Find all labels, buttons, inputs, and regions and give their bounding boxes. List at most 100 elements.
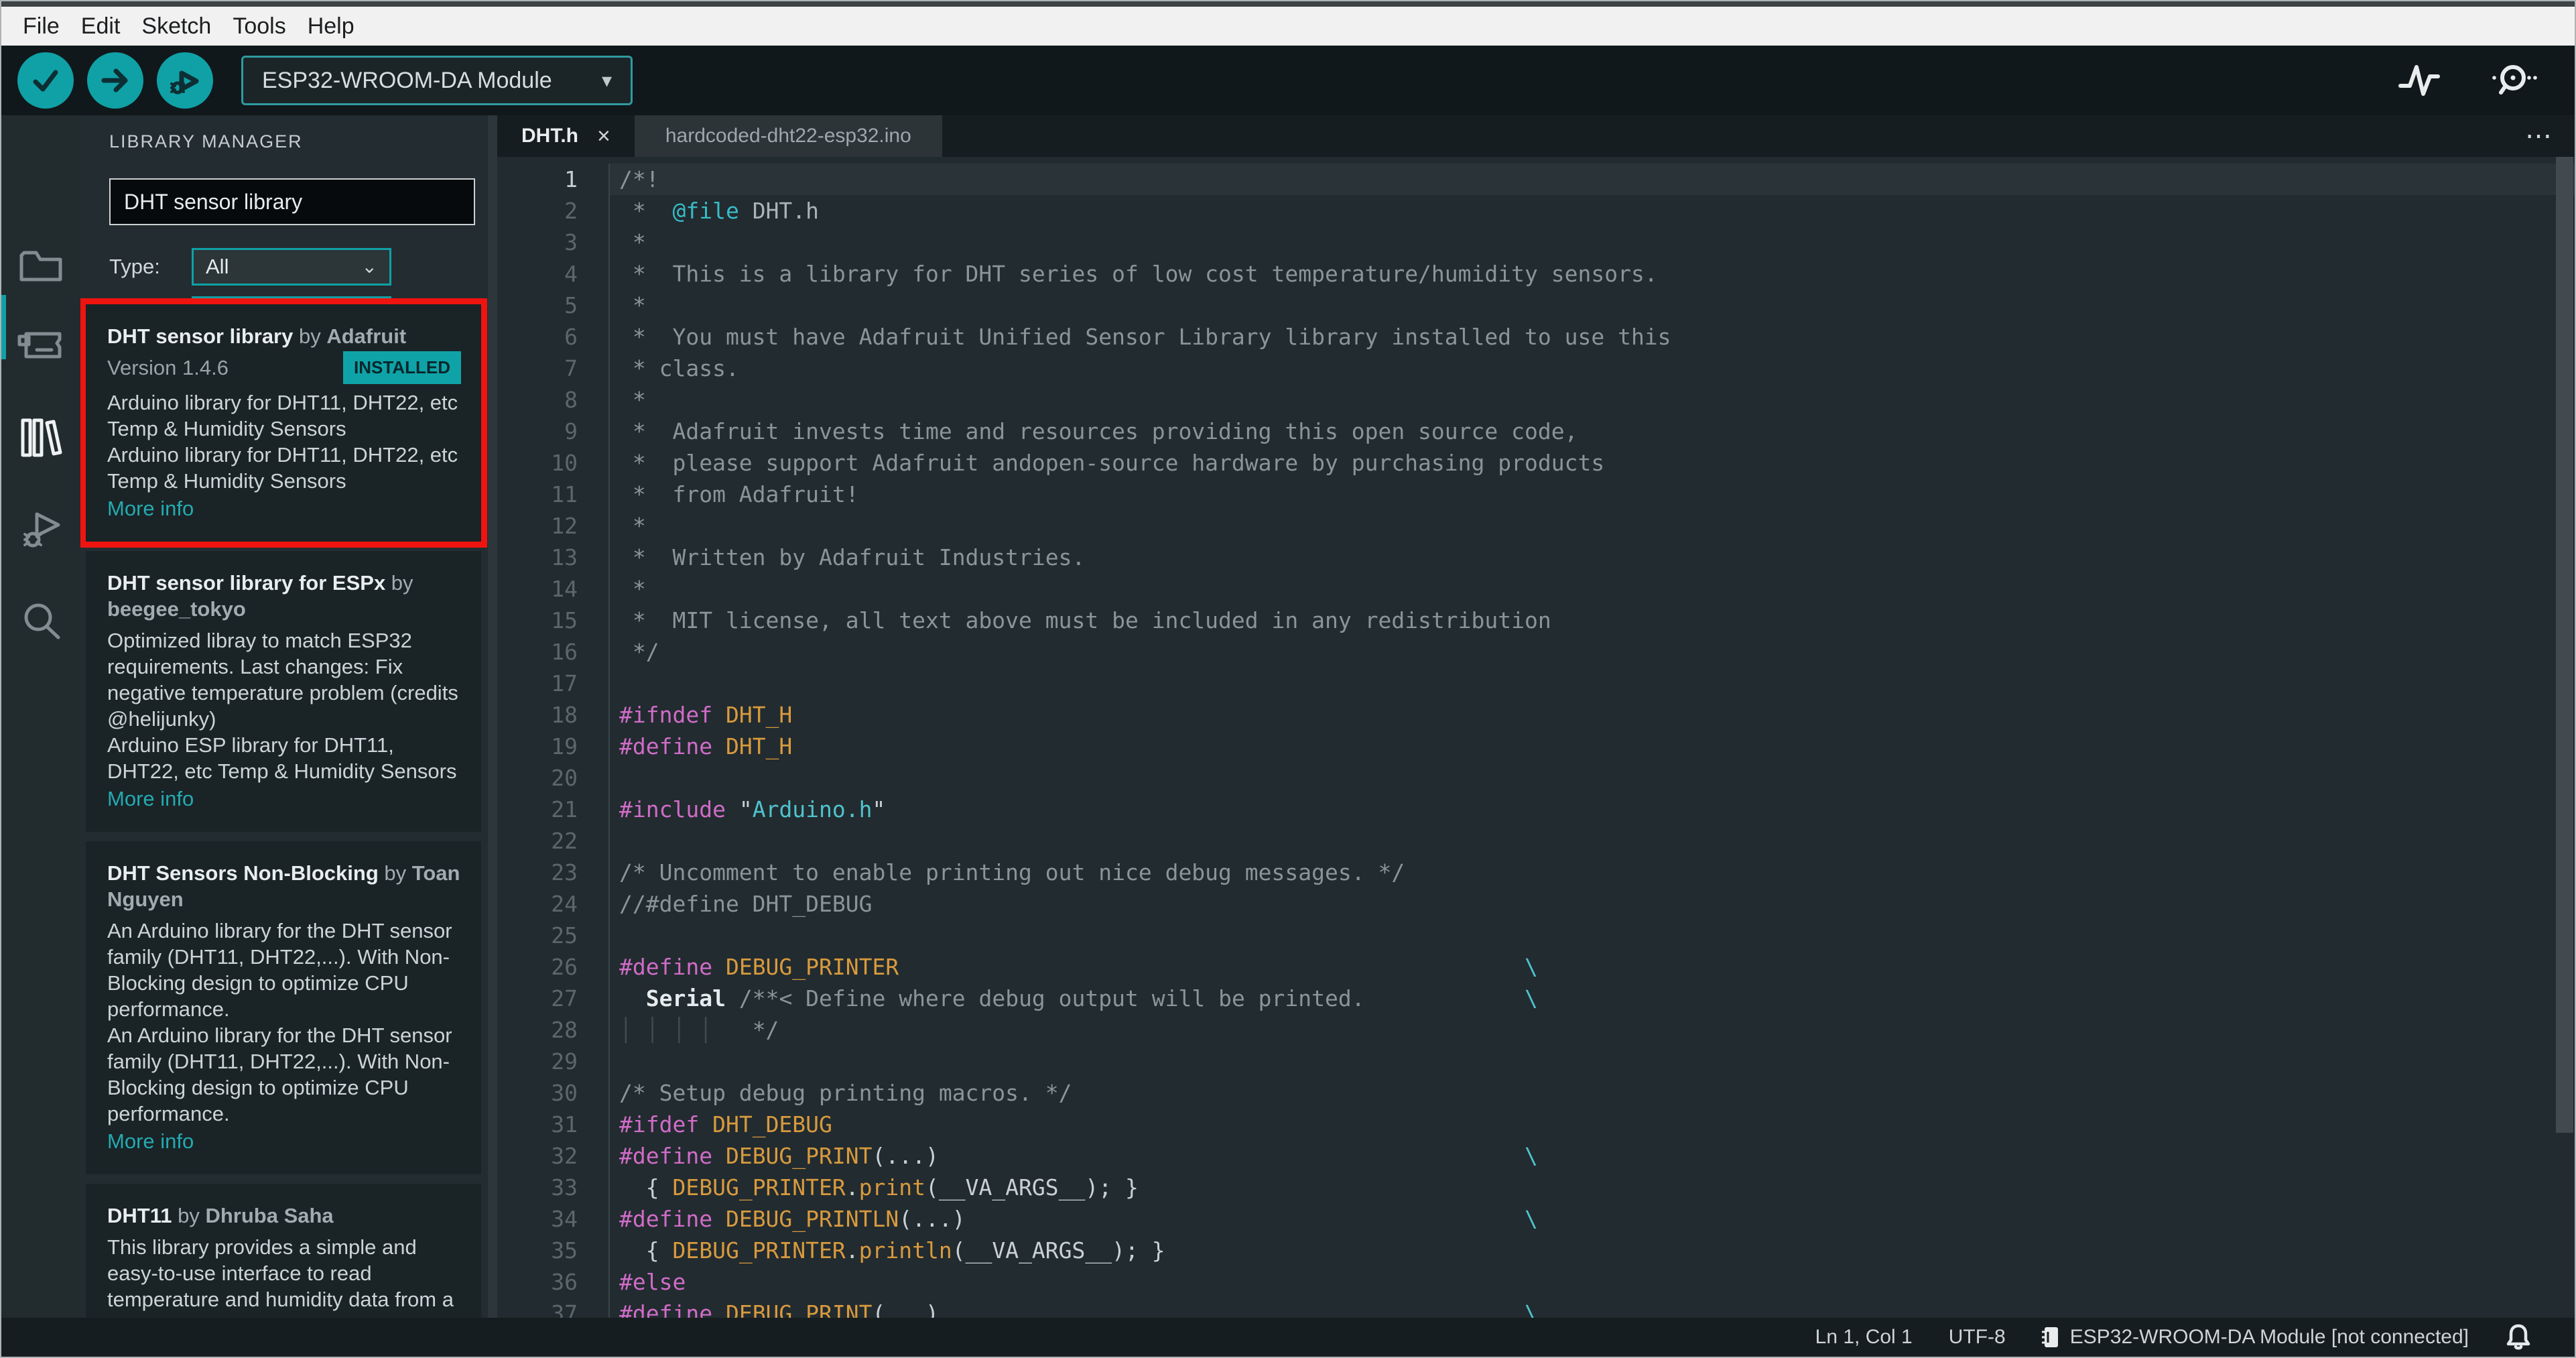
code-token: * bbox=[619, 229, 646, 255]
code-token: #ifndef bbox=[619, 702, 713, 728]
code-token: * bbox=[619, 513, 646, 539]
line-content: * class. bbox=[608, 353, 2575, 384]
line-content bbox=[608, 920, 2575, 951]
library-list-item[interactable]: DHT Sensors Non-Blocking by Toan Nguyen A… bbox=[86, 841, 481, 1174]
line-number: 5 bbox=[564, 292, 578, 318]
window-titlebar-edge bbox=[1, 1, 2575, 7]
line-number: 22 bbox=[551, 828, 578, 854]
code-line: 4 * This is a library for DHT series of … bbox=[497, 258, 2575, 290]
line-number: 9 bbox=[564, 418, 578, 444]
code-line: 5 * bbox=[497, 290, 2575, 321]
installed-badge: INSTALLED bbox=[343, 351, 461, 384]
card-title: DHT11 by Dhruba Saha bbox=[107, 1202, 461, 1229]
code-token: /* Uncomment to enable printing out nice… bbox=[619, 859, 1405, 885]
more-info-link[interactable]: More info bbox=[107, 1128, 461, 1154]
line-content: Serial /**< Define where debug output wi… bbox=[608, 983, 2575, 1014]
library-author: Dhruba Saha bbox=[205, 1204, 334, 1227]
debug-button[interactable] bbox=[157, 52, 213, 109]
menu-item-help[interactable]: Help bbox=[297, 13, 365, 40]
menu-item-tools[interactable]: Tools bbox=[222, 13, 296, 40]
more-info-link[interactable]: More info bbox=[107, 495, 461, 521]
code-line: 30 /* Setup debug printing macros. */ bbox=[497, 1077, 2575, 1109]
filter-label: Type: bbox=[109, 255, 160, 278]
card-title: DHT sensor library for ESPx by beegee_to… bbox=[107, 570, 461, 622]
line-content: */ bbox=[608, 636, 2575, 668]
code-line: 14 * bbox=[497, 573, 2575, 605]
line-number: 14 bbox=[551, 576, 578, 602]
library-search-input[interactable] bbox=[109, 178, 475, 225]
line-content: * bbox=[608, 384, 2575, 416]
serial-monitor-button[interactable] bbox=[2488, 62, 2537, 99]
board-selector[interactable]: ESP32-WROOM-DA Module ▾ bbox=[241, 56, 633, 105]
code-token: println bbox=[858, 1237, 952, 1263]
code-line: 10 * please support Adafruit andopen-sou… bbox=[497, 447, 2575, 479]
close-icon[interactable]: × bbox=[597, 123, 610, 149]
line-number: 27 bbox=[551, 985, 578, 1011]
library-description: An Arduino library for the DHT sensor fa… bbox=[107, 918, 461, 1127]
status-bar: Ln 1, Col 1 UTF-8 ESP32-WROOM-DA Module … bbox=[1, 1318, 2575, 1357]
more-info-link[interactable]: More info bbox=[107, 786, 461, 812]
menu-item-edit[interactable]: Edit bbox=[70, 13, 131, 40]
tab-hardcoded-dht22-esp32-ino[interactable]: hardcoded-dht22-esp32.ino bbox=[634, 115, 942, 157]
library-description: Arduino library for DHT11, DHT22, etc Te… bbox=[107, 389, 461, 494]
sidebar-item-library-manager[interactable] bbox=[1, 401, 80, 475]
code-token: * from Adafruit! bbox=[619, 481, 859, 507]
bug-play-icon bbox=[168, 64, 202, 97]
code-editor[interactable]: 1/*! 2 * @file DHT.h 3 * 4 * This is a libr… bbox=[497, 157, 2575, 1318]
library-list-item[interactable]: DHT sensor library by Adafruit Version 1.… bbox=[86, 304, 481, 542]
sidebar-item-boards-manager[interactable] bbox=[1, 308, 80, 382]
menu-item-file[interactable]: File bbox=[12, 13, 70, 40]
code-token: /* Setup debug printing macros. */ bbox=[619, 1080, 1072, 1106]
code-line: 18 #ifndef DHT_H bbox=[497, 699, 2575, 731]
code-token: DHT.h bbox=[738, 198, 820, 224]
code-token: \ bbox=[1525, 1143, 1538, 1169]
filter-select-type[interactable]: All ⌄ bbox=[192, 248, 391, 286]
code-token: DEBUG_PRINTLN bbox=[725, 1206, 899, 1232]
code-token: #define bbox=[619, 954, 713, 980]
library-list-item[interactable]: DHT11 by Dhruba Saha This library provide… bbox=[86, 1184, 481, 1318]
panel-scrollbar[interactable] bbox=[488, 115, 497, 1318]
serial-plotter-button[interactable] bbox=[2398, 63, 2441, 98]
chip-icon bbox=[2041, 1326, 2059, 1349]
sidebar-item-debug[interactable] bbox=[1, 495, 80, 568]
arrow-right-icon bbox=[100, 65, 131, 96]
menu-item-sketch[interactable]: Sketch bbox=[131, 13, 222, 40]
library-list-item[interactable]: DHT sensor library for ESPx by beegee_to… bbox=[86, 551, 481, 832]
code-token: DEBUG_PRINT bbox=[725, 1300, 873, 1318]
encoding[interactable]: UTF-8 bbox=[1949, 1326, 2006, 1349]
upload-button[interactable] bbox=[87, 52, 143, 109]
code-token: __VA_ARGS__ bbox=[938, 1174, 1086, 1200]
line-content: │ │ │ │ */ bbox=[608, 1014, 2575, 1046]
code-token: #define bbox=[619, 1143, 713, 1169]
notifications-bell-icon[interactable] bbox=[2505, 1323, 2532, 1351]
library-description: This library provides a simple and easy-… bbox=[107, 1234, 461, 1318]
cursor-position[interactable]: Ln 1, Col 1 bbox=[1815, 1326, 1913, 1349]
tab-overflow-menu[interactable]: ⋯ bbox=[2525, 115, 2555, 157]
card-meta: Version 1.4.6 INSTALLED bbox=[107, 351, 461, 384]
line-content: * This is a library for DHT series of lo… bbox=[608, 258, 2575, 290]
code-line: 9 * Adafruit invests time and resources … bbox=[497, 416, 2575, 447]
line-content bbox=[608, 668, 2575, 699]
sidebar-item-search[interactable] bbox=[1, 584, 80, 658]
library-author: beegee_tokyo bbox=[107, 597, 246, 621]
tab-dht-h[interactable]: DHT.h × bbox=[497, 115, 635, 157]
line-content: #include "Arduino.h" bbox=[608, 794, 2575, 825]
library-name: DHT sensor library bbox=[107, 324, 294, 348]
code-line: 17 bbox=[497, 668, 2575, 699]
filter-row: Type: All ⌄ bbox=[109, 248, 475, 286]
board-status[interactable]: ESP32-WROOM-DA Module [not connected] bbox=[2041, 1326, 2469, 1349]
line-number: 29 bbox=[551, 1048, 578, 1074]
editor-scrollbar[interactable] bbox=[2556, 157, 2573, 1133]
verify-button[interactable] bbox=[17, 52, 74, 109]
panel-title: LIBRARY MANAGER bbox=[109, 131, 303, 151]
line-content: #ifndef DHT_H bbox=[608, 699, 2575, 731]
library-author: Adafruit bbox=[326, 324, 407, 348]
sidebar-item-sketchbook[interactable] bbox=[1, 229, 80, 303]
line-number: 37 bbox=[551, 1300, 578, 1318]
